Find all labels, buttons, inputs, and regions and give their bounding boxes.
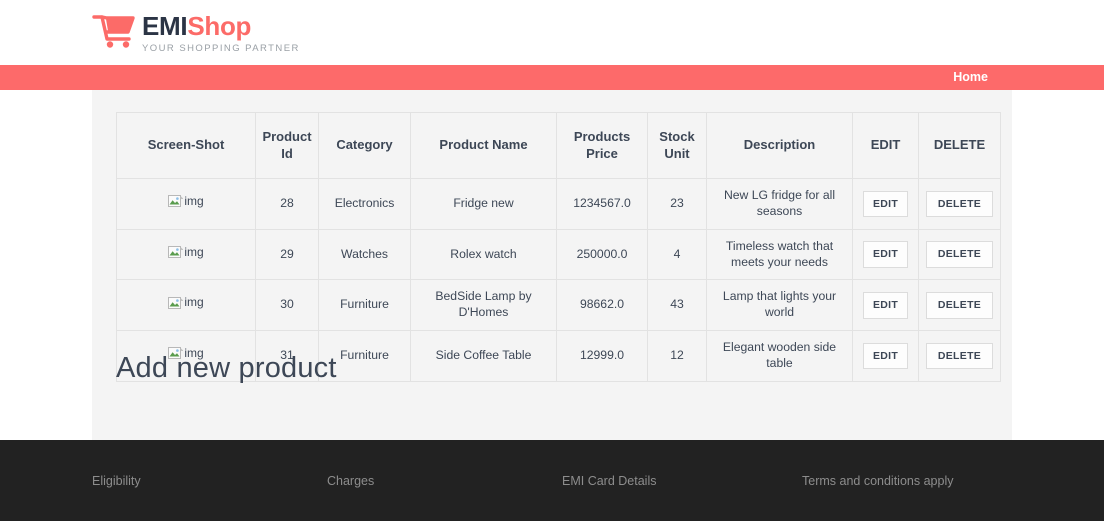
cell-delete: DELETE: [918, 228, 1001, 281]
column-header-delete: DELETE: [918, 112, 1001, 179]
cell-price: 12999.0: [556, 330, 648, 382]
column-header-screenshot: Screen-Shot: [116, 112, 256, 179]
broken-image-alt-text: img: [184, 244, 204, 259]
content-panel: Screen-Shot Product Id Category Product …: [92, 90, 1012, 440]
cell-edit: EDIT: [852, 178, 919, 230]
edit-button[interactable]: EDIT: [862, 292, 909, 319]
footer-link-emi-card-details[interactable]: EMI Card Details: [562, 474, 802, 488]
cell-category: Watches: [318, 228, 411, 281]
site-header: EMIShop YOUR SHOPPING PARTNER: [0, 0, 1104, 65]
cell-description: Lamp that lights your world: [706, 279, 853, 332]
cell-product-name: Rolex watch: [410, 228, 557, 281]
cell-category: Electronics: [318, 178, 411, 230]
column-header-products-price: Products Price: [556, 112, 648, 179]
cell-price: 250000.0: [556, 228, 648, 281]
table-header: Screen-Shot Product Id Category Product …: [116, 112, 1001, 179]
cell-stock-unit: 23: [647, 178, 707, 230]
cell-description: Timeless watch that meets your needs: [706, 228, 853, 281]
table-row: img 29 Watches Rolex watch 250000.0 4 Ti…: [116, 228, 1001, 281]
delete-button[interactable]: DELETE: [925, 190, 994, 218]
cell-screenshot: img: [116, 178, 256, 230]
cell-description: New LG fridge for all seasons: [706, 178, 853, 230]
nav-item-home[interactable]: Home: [937, 65, 1004, 90]
cell-product-id: 28: [255, 178, 319, 230]
footer-link-terms-and-conditions[interactable]: Terms and conditions apply: [802, 474, 1012, 488]
cell-stock-unit: 43: [647, 279, 707, 332]
shopping-cart-icon: [92, 12, 138, 50]
broken-image-icon: img: [168, 295, 204, 311]
cell-stock-unit: 12: [647, 330, 707, 382]
brand-tagline: YOUR SHOPPING PARTNER: [142, 43, 300, 55]
delete-button[interactable]: DELETE: [925, 342, 994, 370]
page-body: Screen-Shot Product Id Category Product …: [0, 90, 1104, 440]
footer-link-charges[interactable]: Charges: [327, 474, 562, 488]
delete-button[interactable]: DELETE: [925, 292, 994, 319]
cell-product-name: Fridge new: [410, 178, 557, 230]
cell-stock-unit: 4: [647, 228, 707, 281]
column-header-stock-unit: Stock Unit: [647, 112, 707, 179]
cell-description: Elegant wooden side table: [706, 330, 853, 382]
footer-link-list: Eligibility Charges EMI Card Details Ter…: [92, 474, 1012, 488]
cell-delete: DELETE: [918, 178, 1001, 230]
brand-name-primary: EMI: [142, 11, 188, 41]
broken-image-icon: img: [168, 244, 204, 261]
product-table: Screen-Shot Product Id Category Product …: [116, 112, 1001, 382]
cell-edit: EDIT: [852, 330, 919, 382]
cell-product-name: BedSide Lamp by D'Homes: [410, 279, 557, 332]
table-row: img 30 Furniture BedSide Lamp by D'Homes…: [116, 279, 1001, 332]
cell-price: 98662.0: [556, 279, 648, 332]
cell-category: Furniture: [318, 279, 411, 332]
edit-button[interactable]: EDIT: [862, 190, 909, 218]
edit-button[interactable]: EDIT: [862, 342, 909, 370]
column-header-edit: EDIT: [852, 112, 919, 179]
table-header-row: Screen-Shot Product Id Category Product …: [116, 112, 1001, 179]
cell-edit: EDIT: [852, 228, 919, 281]
column-header-product-id: Product Id: [255, 112, 319, 179]
cell-edit: EDIT: [852, 279, 919, 332]
delete-button[interactable]: DELETE: [925, 241, 994, 268]
column-header-product-name: Product Name: [410, 112, 557, 179]
cell-product-name: Side Coffee Table: [410, 330, 557, 382]
site-footer: Eligibility Charges EMI Card Details Ter…: [0, 440, 1104, 521]
cell-price: 1234567.0: [556, 178, 648, 230]
broken-image-icon: img: [168, 193, 204, 210]
cell-product-id: 29: [255, 228, 319, 281]
footer-link-eligibility[interactable]: Eligibility: [92, 474, 327, 488]
broken-image-alt-text: img: [184, 193, 204, 208]
cell-delete: DELETE: [918, 279, 1001, 332]
cell-screenshot: img: [116, 279, 256, 332]
cell-product-id: 30: [255, 279, 319, 332]
add-new-product-heading[interactable]: Add new product: [116, 352, 337, 385]
brand-name-accent: Shop: [187, 11, 252, 41]
table-body: img 28 Electronics Fridge new 1234567.0 …: [116, 178, 1001, 382]
column-header-category: Category: [318, 112, 411, 179]
edit-button[interactable]: EDIT: [862, 241, 909, 268]
main-navigation: Home: [0, 65, 1104, 90]
table-row: img 28 Electronics Fridge new 1234567.0 …: [116, 178, 1001, 230]
cell-delete: DELETE: [918, 330, 1001, 382]
brand-logo[interactable]: EMIShop YOUR SHOPPING PARTNER: [92, 12, 300, 54]
column-header-description: Description: [706, 112, 853, 179]
broken-image-alt-text: img: [184, 295, 204, 310]
cell-screenshot: img: [116, 228, 256, 281]
